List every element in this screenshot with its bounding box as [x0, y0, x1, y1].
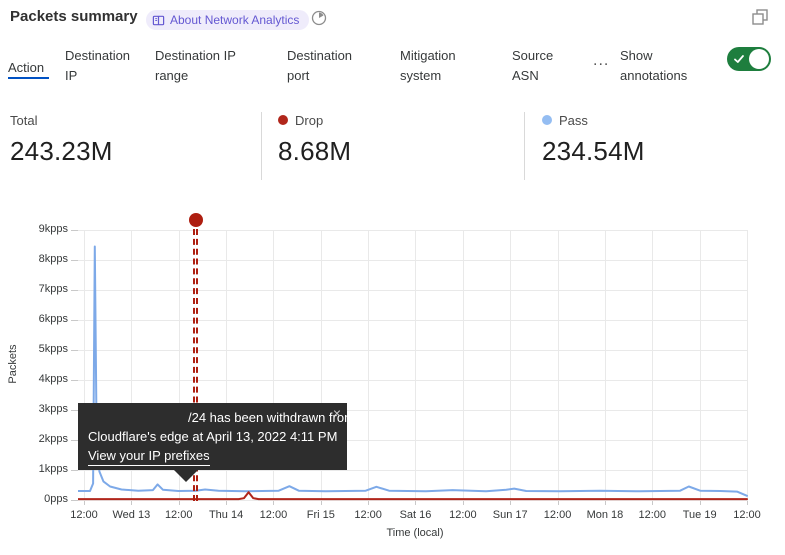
x-tick-label: Thu 14: [200, 509, 252, 521]
y-axis-tickmark: [71, 470, 78, 471]
y-tick-label: 9kpps: [20, 223, 68, 235]
x-tick-label: 12:00: [247, 509, 299, 521]
x-tick-label: Fri 15: [295, 509, 347, 521]
x-tick-label: 12:00: [437, 509, 489, 521]
y-axis-tickmark: [71, 380, 78, 381]
x-axis-title: Time (local): [330, 527, 500, 539]
tooltip-arrow: [174, 470, 198, 482]
x-tick-label: Sat 16: [389, 509, 441, 521]
y-axis-tickmark: [71, 410, 78, 411]
packets-chart: Packets 9kpps 8kpps 7kpps 6kpps 5kpps 4kpps 3k…: [0, 0, 785, 555]
y-tick-label: 1kpps: [20, 463, 68, 475]
x-tick-label: Mon 18: [579, 509, 631, 521]
x-tick-label: Sun 17: [484, 509, 536, 521]
y-tick-label: 0pps: [20, 493, 68, 505]
y-axis-tickmark: [71, 230, 78, 231]
y-tick-label: 7kpps: [20, 283, 68, 295]
y-axis-tickmark: [71, 320, 78, 321]
y-axis-tickmark: [71, 440, 78, 441]
close-icon[interactable]: ×: [333, 404, 341, 423]
y-tick-label: 2kpps: [20, 433, 68, 445]
y-axis-title: Packets: [7, 329, 19, 399]
x-tick-label: 12:00: [153, 509, 205, 521]
tooltip-line1: /24 has been withdrawn from: [88, 408, 337, 427]
y-axis-tickmark: [71, 500, 78, 501]
y-tick-label: 4kpps: [20, 373, 68, 385]
y-tick-label: 8kpps: [20, 253, 68, 265]
y-axis-tickmark: [71, 350, 78, 351]
tooltip-line2: Cloudflare's edge at April 13, 2022 4:11…: [88, 427, 337, 446]
x-tick-label: 12:00: [626, 509, 678, 521]
y-tick-label: 3kpps: [20, 403, 68, 415]
x-tick-label: Wed 13: [105, 509, 157, 521]
y-tick-label: 6kpps: [20, 313, 68, 325]
y-axis-tickmark: [71, 290, 78, 291]
series-line-drop: [78, 492, 747, 499]
view-ip-prefixes-link[interactable]: View your IP prefixes: [88, 446, 210, 466]
annotation-tooltip: /24 has been withdrawn from Cloudflare's…: [78, 403, 347, 470]
x-tick-label: 12:00: [58, 509, 110, 521]
x-tick-label: 12:00: [342, 509, 394, 521]
x-tick-label: 12:00: [532, 509, 584, 521]
x-tick-label: Tue 19: [674, 509, 726, 521]
annotation-marker-dot[interactable]: [189, 213, 203, 227]
y-axis-tickmark: [71, 260, 78, 261]
x-tick-label: 12:00: [721, 509, 773, 521]
y-tick-label: 5kpps: [20, 343, 68, 355]
